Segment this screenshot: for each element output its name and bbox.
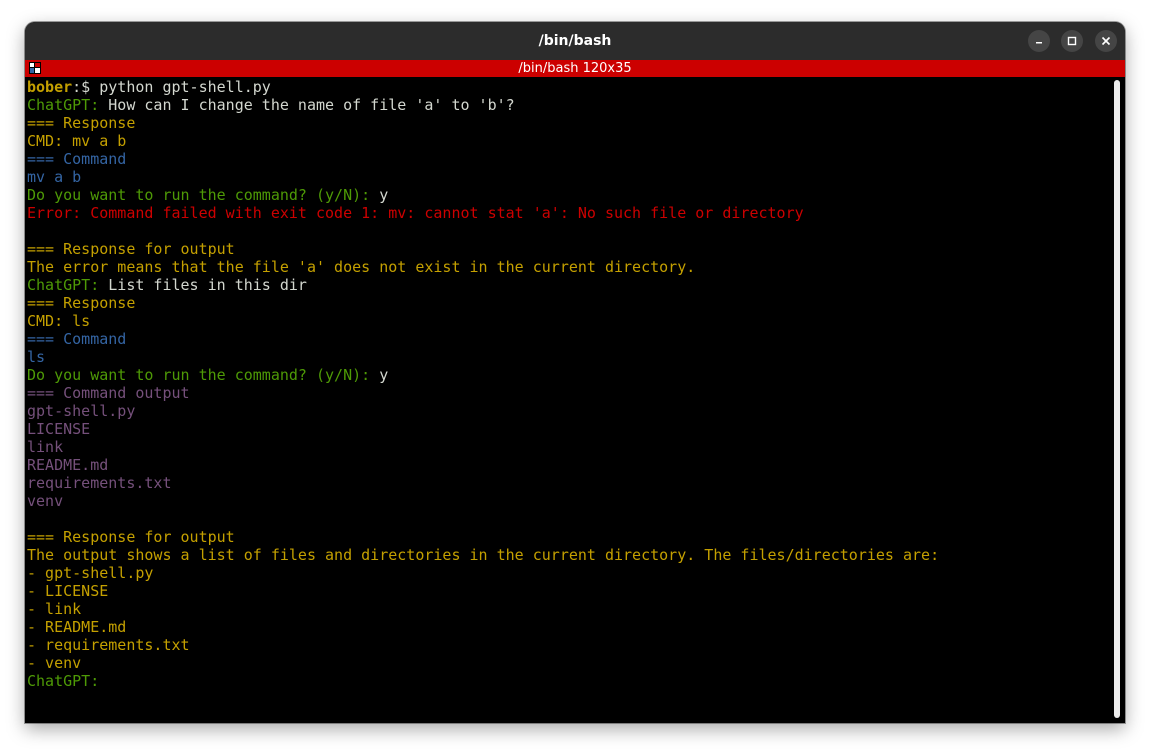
terminal-text: === Command — [27, 150, 127, 168]
maximize-button[interactable] — [1061, 30, 1083, 52]
terminal-text: requirements.txt — [27, 474, 172, 492]
terminal-text: y — [370, 186, 389, 204]
terminal-line: bober:$ python gpt-shell.py — [27, 78, 1107, 96]
terminal-text: List files in this dir — [99, 276, 307, 294]
terminal-text: :$ python gpt-shell.py — [72, 78, 271, 96]
terminal-line: - gpt-shell.py — [27, 564, 1107, 582]
terminal-line: ChatGPT: List files in this dir — [27, 276, 1107, 294]
terminal-text: The output shows a list of files and dir… — [27, 546, 940, 564]
terminal-line: === Response for output — [27, 240, 1107, 258]
terminal-text: ChatGPT: — [27, 672, 100, 690]
terminal-line: Error: Command failed with exit code 1: … — [27, 204, 1107, 222]
terminal-line: - README.md — [27, 618, 1107, 636]
terminal-text: LICENSE — [27, 420, 91, 438]
terminal-text: mv a b — [27, 168, 82, 186]
terminal-line: Do you want to run the command? (y/N): y — [27, 366, 1107, 384]
terminal-text: ls — [27, 348, 46, 366]
title-bar[interactable]: /bin/bash — [25, 22, 1125, 60]
terminal-text: === Response — [27, 114, 136, 132]
terminal-text: - gpt-shell.py — [27, 564, 154, 582]
terminal-text: ChatGPT: — [27, 96, 100, 114]
terminal-output[interactable]: bober:$ python gpt-shell.py ChatGPT: How … — [27, 78, 1107, 723]
terminal-line: gpt-shell.py — [27, 402, 1107, 420]
terminal-line: - requirements.txt — [27, 636, 1107, 654]
terminal-text: README.md — [27, 456, 109, 474]
terminal-line: link — [27, 438, 1107, 456]
terminal-line: === Response for output — [27, 528, 1107, 546]
minimize-icon — [1036, 42, 1042, 44]
terminal-line: === Command — [27, 150, 1107, 168]
terminal-text: - README.md — [27, 618, 127, 636]
terminal-text: - requirements.txt — [27, 636, 190, 654]
terminal-line: === Command — [27, 330, 1107, 348]
tab-bar[interactable]: /bin/bash 120x35 — [25, 60, 1125, 77]
terminal-line: === Response — [27, 294, 1107, 312]
terminal-line: LICENSE — [27, 420, 1107, 438]
terminal-line: The output shows a list of files and dir… — [27, 546, 1107, 564]
terminal-line: - LICENSE — [27, 582, 1107, 600]
terminal-text: Error: Command failed with exit code 1: … — [27, 204, 804, 222]
terminal-line: README.md — [27, 456, 1107, 474]
tab-title: /bin/bash 120x35 — [518, 61, 632, 76]
terminal-text: link — [27, 438, 64, 456]
terminal-line: mv a b — [27, 168, 1107, 186]
terminal-text: === Command — [27, 330, 127, 348]
terminal-text: === Response — [27, 294, 136, 312]
terminal-text: - LICENSE — [27, 582, 109, 600]
terminal-line: ls — [27, 348, 1107, 366]
terminal-text: CMD: ls — [27, 312, 91, 330]
scrollbar[interactable] — [1114, 80, 1120, 718]
terminal-line: === Command output — [27, 384, 1107, 402]
terminal-text: === Command output — [27, 384, 190, 402]
terminal-text: === Response for output — [27, 240, 235, 258]
terminal-line: ChatGPT: How can I change the name of fi… — [27, 96, 1107, 114]
terminal-text: - link — [27, 600, 82, 618]
terminal-text: ChatGPT: — [27, 276, 100, 294]
terminal-line: The error means that the file 'a' does n… — [27, 258, 1107, 276]
terminal-text: Do you want to run the command? (y/N): — [27, 186, 371, 204]
window-title: /bin/bash — [538, 33, 612, 49]
maximize-icon — [1067, 36, 1077, 46]
terminal-line: requirements.txt — [27, 474, 1107, 492]
close-icon — [1101, 36, 1111, 46]
close-button[interactable] — [1095, 30, 1117, 52]
terminal-text: bober — [27, 78, 73, 96]
terminal-text: How can I change the name of file 'a' to… — [99, 96, 515, 114]
terminal-text: gpt-shell.py — [27, 402, 136, 420]
minimize-button[interactable] — [1028, 30, 1050, 52]
terminal-text: - venv — [27, 654, 82, 672]
terminal-line: CMD: ls — [27, 312, 1107, 330]
terminal-line: === Response — [27, 114, 1107, 132]
terminal-line: - link — [27, 600, 1107, 618]
terminal-line: CMD: mv a b — [27, 132, 1107, 150]
terminal-text: CMD: mv a b — [27, 132, 127, 150]
terminal-text: venv — [27, 492, 64, 510]
terminal-text: y — [370, 366, 389, 384]
terminal-text: Do you want to run the command? (y/N): — [27, 366, 371, 384]
terminal-text: The error means that the file 'a' does n… — [27, 258, 696, 276]
terminal-line: Do you want to run the command? (y/N): y — [27, 186, 1107, 204]
terminal-line: venv — [27, 492, 1107, 510]
terminal-text: === Response for output — [27, 528, 235, 546]
terminal-line: ChatGPT: — [27, 672, 1107, 690]
terminal-window: /bin/bash /bin/bash 120x35 bober:$ pytho… — [25, 22, 1125, 723]
terminal-line: - venv — [27, 654, 1107, 672]
